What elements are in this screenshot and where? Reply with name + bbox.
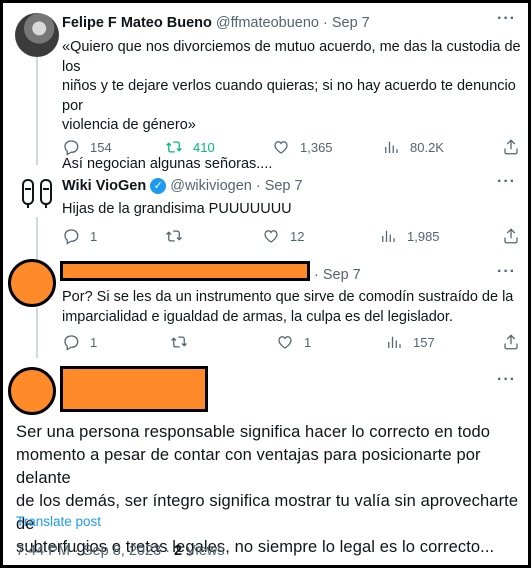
avatar[interactable] [15,173,59,217]
tweet-header: Wiki VioGen ✓ @wikiviogen · Sep 7 [62,178,303,194]
redacted-author-name [60,366,208,412]
like-count: 1,365 [300,139,333,155]
main-tweet-text: Ser una persona responsable significa ha… [16,421,521,559]
reply-button[interactable]: 1 [62,227,97,245]
tweet-text-line: «Quiero que nos divorciemos de mutuo acu… [62,39,521,75]
like-icon [278,336,292,349]
tweet-text-line: Por? Si se les da un instrumento que sir… [62,289,514,305]
more-icon[interactable]: ··· [497,173,516,191]
like-icon [264,230,278,243]
share-button[interactable] [502,227,520,245]
translate-link[interactable]: Translate post [16,514,101,529]
like-count: 12 [290,228,305,244]
view-count: 1,985 [407,228,440,244]
views-icon [382,230,395,242]
share-button[interactable] [502,333,520,351]
author-handle[interactable]: @ffmateobueno [216,15,319,31]
reply-count: 1 [90,228,98,244]
tweet-text: Por? Si se les da un instrumento que sir… [62,288,524,327]
tweet-actions: 154 410 1,365 80.2K [62,138,518,158]
retweet-button[interactable] [165,227,193,245]
reply-icon [64,140,79,156]
views-icon [388,336,401,348]
share-icon [504,228,518,244]
tweet-text-line: imparcialidad e igualdad de armas, la cu… [62,308,453,325]
more-icon[interactable]: ··· [497,10,516,28]
retweet-icon [166,230,182,242]
views-button[interactable]: 80.2K [382,138,444,156]
redacted-avatar[interactable] [8,259,56,307]
retweet-icon [166,141,182,153]
avatar[interactable] [15,13,59,57]
more-icon[interactable]: ··· [497,371,516,389]
views-label: Views [182,543,225,559]
separator: · [255,178,261,194]
share-icon [504,139,518,155]
verified-icon: ✓ [150,178,167,194]
separator: · [314,267,319,283]
share-icon [504,334,518,350]
author-name[interactable]: Felipe F Mateo Bueno [62,15,212,31]
thread-line [36,308,38,358]
views-icon [385,141,398,153]
view-count: 2 [173,543,183,559]
redacted-avatar[interactable] [8,367,56,415]
tweet-date[interactable]: Sep 7 [323,267,361,283]
tweet-header: Felipe F Mateo Bueno @ffmateobueno · Sep… [62,15,370,31]
share-button[interactable] [502,138,520,156]
tweet-metadata: 7:44 PM · Sep 8, 2023 · 2 Views [16,543,225,559]
tweet-text-line: violencia de género» [62,117,196,133]
main-text-line: momento a pesar de contar con ventajas p… [16,446,481,487]
tweet-thread: Felipe F Mateo Bueno @ffmateobueno · Sep… [3,3,528,565]
views-button[interactable]: 157 [385,333,435,351]
tweet-text: Hijas de la grandisima PUUUUUUU [62,201,292,217]
timestamp[interactable]: 7:44 PM · Sep 8, 2023 · [16,543,174,559]
thread-line [36,55,38,165]
like-count: 1 [304,334,312,350]
reply-button[interactable]: 154 [62,138,112,156]
author-handle[interactable]: @wikiviogen [170,178,252,194]
tweet-actions: 1 1 157 [62,333,518,353]
more-icon[interactable]: ··· [497,263,516,281]
thread-line [36,217,38,262]
reply-icon [64,335,79,351]
reply-icon [64,229,79,245]
like-button[interactable]: 1 [276,333,311,351]
retweet-icon [171,336,187,348]
tweet-date[interactable]: Sep 7 [332,15,370,31]
separator: · [322,15,328,31]
like-button[interactable]: 1,365 [272,138,333,156]
tweet-date[interactable]: Sep 7 [265,178,303,194]
view-count: 80.2K [410,139,444,155]
like-button[interactable]: 12 [262,227,304,245]
reply-button[interactable]: 1 [62,333,97,351]
reply-count: 1 [90,334,98,350]
view-count: 157 [413,334,435,350]
tweet-header: · Sep 7 [314,267,361,283]
author-name[interactable]: Wiki VioGen [62,178,146,194]
retweet-button[interactable] [170,333,198,351]
like-icon [274,141,288,154]
tweet-text-line: niños y te dejare verlos cuando quieras;… [62,78,516,114]
reply-count: 154 [90,139,112,155]
retweet-button[interactable]: 410 [165,138,215,156]
tweet-actions: 1 12 1,985 [62,227,518,247]
redacted-author-name [60,261,310,281]
retweet-count: 410 [193,139,215,155]
main-text-line: Ser una persona responsable significa ha… [16,423,491,441]
views-button[interactable]: 1,985 [379,227,440,245]
main-text-line: de los demás, ser íntegro significa most… [16,492,519,533]
footprints-logo-icon [22,178,52,208]
